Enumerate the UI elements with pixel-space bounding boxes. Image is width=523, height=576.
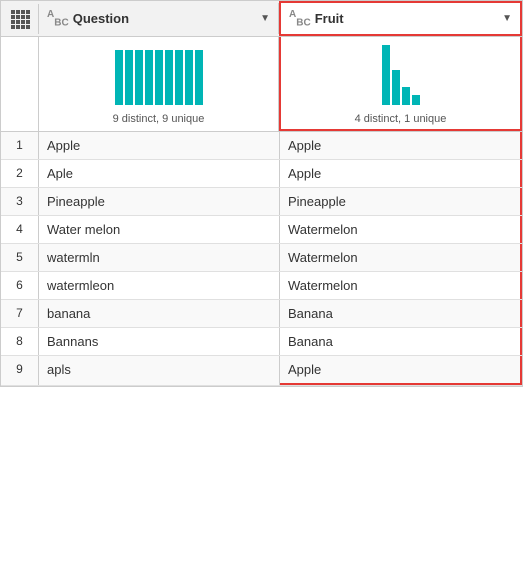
cell-fruit: Watermelon xyxy=(280,244,522,271)
cell-question: Bannans xyxy=(39,328,280,355)
stats-row-num xyxy=(1,37,39,131)
table-row: 9 apls Apple xyxy=(1,356,522,386)
bar xyxy=(135,50,143,105)
type-icon-fruit: ABC xyxy=(289,9,311,28)
stats-text-question: 9 distinct, 9 unique xyxy=(113,113,205,125)
table-row: 7 banana Banana xyxy=(1,300,522,328)
bar xyxy=(125,50,133,105)
table-row: 3 Pineapple Pineapple xyxy=(1,188,522,216)
dropdown-arrow-fruit[interactable]: ▼ xyxy=(502,13,512,24)
cell-fruit: Banana xyxy=(280,300,522,327)
row-number: 7 xyxy=(1,300,39,327)
row-number: 2 xyxy=(1,160,39,187)
table-row: 1 Apple Apple xyxy=(1,132,522,160)
bar xyxy=(382,45,390,105)
cell-fruit: Pineapple xyxy=(280,188,522,215)
row-number: 6 xyxy=(1,272,39,299)
table-row: 4 Water melon Watermelon xyxy=(1,216,522,244)
table-row: 6 watermleon Watermelon xyxy=(1,272,522,300)
bar xyxy=(412,95,420,105)
cell-question: Pineapple xyxy=(39,188,280,215)
cell-question: Apple xyxy=(39,132,280,159)
cell-question: Water melon xyxy=(39,216,280,243)
bar xyxy=(115,50,123,105)
col-label-question: Question xyxy=(73,11,129,26)
row-number: 1 xyxy=(1,132,39,159)
row-number: 5 xyxy=(1,244,39,271)
cell-question: banana xyxy=(39,300,280,327)
row-number: 9 xyxy=(1,356,39,385)
cell-fruit: Apple xyxy=(280,160,522,187)
bar xyxy=(145,50,153,105)
row-number: 3 xyxy=(1,188,39,215)
header-row: ABC Question ▼ ABC Fruit ▼ xyxy=(1,1,522,37)
data-rows-container: 1 Apple Apple 2 Aple Apple 3 Pineapple P… xyxy=(1,132,522,386)
table-row: 2 Aple Apple xyxy=(1,160,522,188)
stats-row: 9 distinct, 9 unique 4 distinct, 1 uniqu… xyxy=(1,37,522,132)
table-row: 8 Bannans Banana xyxy=(1,328,522,356)
dropdown-arrow-question[interactable]: ▼ xyxy=(260,13,270,24)
bar xyxy=(402,87,410,105)
bar xyxy=(175,50,183,105)
cell-fruit: Banana xyxy=(280,328,522,355)
stats-cell-question: 9 distinct, 9 unique xyxy=(39,37,279,131)
bar xyxy=(195,50,203,105)
cell-question: watermleon xyxy=(39,272,280,299)
bar xyxy=(392,70,400,105)
bar-chart-question xyxy=(115,45,203,105)
cell-fruit: Apple xyxy=(280,132,522,159)
cell-fruit: Watermelon xyxy=(280,216,522,243)
col-header-question[interactable]: ABC Question ▼ xyxy=(39,3,279,34)
row-number: 4 xyxy=(1,216,39,243)
grid-icon xyxy=(11,10,29,28)
col-label-fruit: Fruit xyxy=(315,11,344,26)
row-number: 8 xyxy=(1,328,39,355)
col-header-fruit[interactable]: ABC Fruit ▼ xyxy=(279,1,522,36)
cell-question: apls xyxy=(39,356,280,385)
cell-fruit: Apple xyxy=(280,356,522,385)
table-row: 5 watermln Watermelon xyxy=(1,244,522,272)
bar xyxy=(165,50,173,105)
stats-cell-fruit: 4 distinct, 1 unique xyxy=(279,37,522,131)
cell-question: Aple xyxy=(39,160,280,187)
stats-text-fruit: 4 distinct, 1 unique xyxy=(355,113,447,125)
type-icon-question: ABC xyxy=(47,9,69,28)
cell-question: watermln xyxy=(39,244,280,271)
bar xyxy=(155,50,163,105)
bar-chart-fruit xyxy=(382,45,420,105)
cell-fruit: Watermelon xyxy=(280,272,522,299)
data-table: ABC Question ▼ ABC Fruit ▼ xyxy=(0,0,523,387)
bar xyxy=(185,50,193,105)
row-num-header xyxy=(1,4,39,34)
